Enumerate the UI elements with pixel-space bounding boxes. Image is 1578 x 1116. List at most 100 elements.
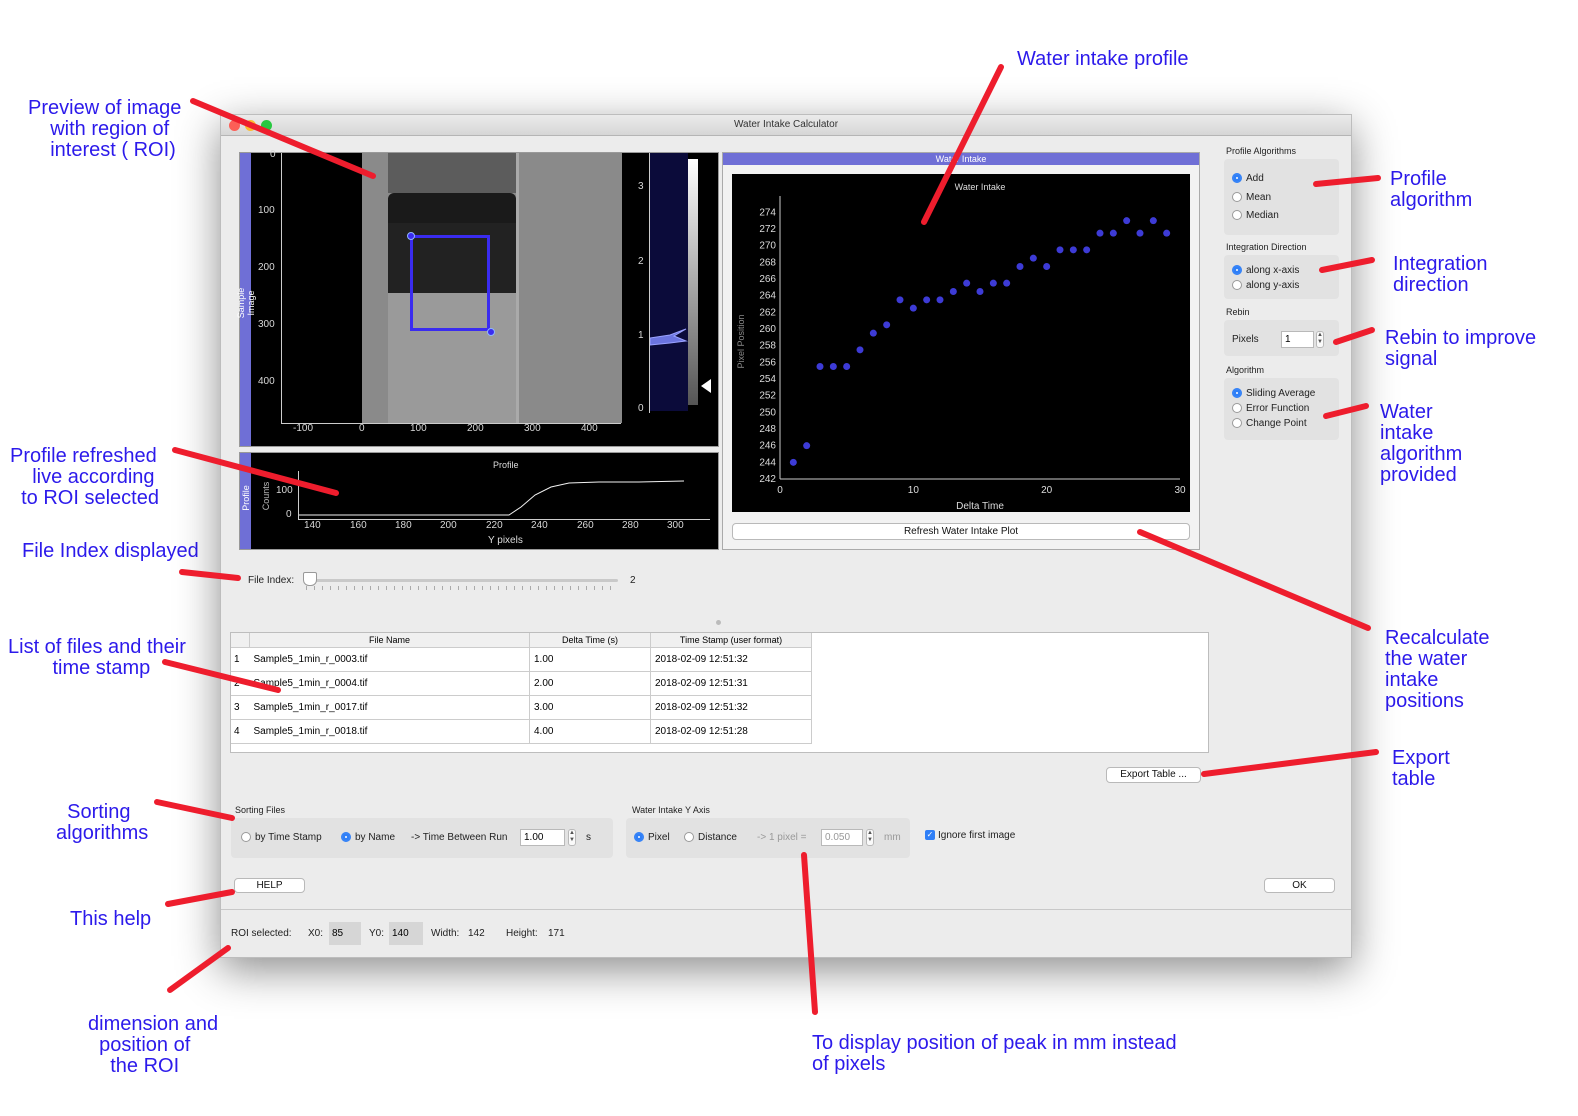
sample-image[interactable] [362,153,622,423]
file-index-label: File Index: [248,575,295,586]
option-label: Pixel [648,832,670,843]
radio-icon[interactable] [1232,192,1242,203]
table-header-file[interactable]: File Name [249,633,530,648]
radio-selected-icon[interactable] [1232,173,1242,184]
cell-time-stamp[interactable]: 2018-02-09 12:51:28 [650,719,812,744]
time-between-run-stepper[interactable]: ▲ ▼ [568,829,576,846]
roi-y0-value: 140 [389,922,423,945]
chart-point [1123,217,1131,225]
profile-plot-panel: Profile Profile Counts 100 0 140 160 180… [239,452,719,550]
ok-button[interactable]: OK [1264,878,1335,893]
radio-icon[interactable] [1232,403,1242,414]
histogram-tick: 3 [638,181,644,192]
radio-selected-icon[interactable] [341,832,351,843]
profile-algorithms-group: Add Mean Median [1224,159,1339,235]
profile-ylabel: Counts [261,481,271,511]
cell-time-stamp[interactable]: 2018-02-09 12:51:31 [650,671,812,696]
profile-algo-option-mean[interactable]: Mean [1232,192,1271,203]
radio-icon[interactable] [1232,418,1242,429]
chart-y-tick-label: 260 [759,324,776,335]
histogram-gradient[interactable] [688,159,698,405]
histogram-tick: 0 [638,403,644,414]
export-table-button[interactable]: Export Table ... [1106,767,1201,783]
close-window-icon[interactable] [229,120,240,131]
cell-delta-time[interactable]: 1.00 [529,647,651,672]
chart-y-tick-label: 244 [759,457,776,468]
cell-delta-time[interactable]: 4.00 [529,719,651,744]
radio-selected-icon[interactable] [1232,388,1242,399]
rebin-pixels-input[interactable]: 1 [1281,331,1314,348]
image-x-tick: 100 [410,423,427,434]
option-label: Change Point [1246,418,1307,429]
rebin-stepper[interactable]: ▲ ▼ [1316,331,1324,348]
chart-y-tick-label: 270 [759,241,776,252]
cell-time-stamp[interactable]: 2018-02-09 12:51:32 [650,647,812,672]
image-y-tick: 300 [258,319,275,330]
algorithm-option-sliding[interactable]: Sliding Average [1232,388,1315,399]
radio-icon[interactable] [1232,210,1242,221]
checkbox-checked-icon[interactable]: ✓ [925,830,935,841]
roi-handle-top-left[interactable] [407,232,415,240]
roi-handle-bottom-right[interactable] [487,328,495,336]
algorithm-title: Algorithm [1226,365,1265,375]
chart-point [869,329,877,337]
rebin-pixels-label: Pixels [1232,334,1259,345]
chart-y-tick-label: 250 [759,407,776,418]
profile-algo-option-add[interactable]: Add [1232,173,1264,184]
radio-icon[interactable] [684,832,694,843]
cell-file-name[interactable]: Sample5_1min_r_0017.tif [249,695,530,720]
sorting-files-title: Sorting Files [235,805,286,815]
chart-y-tick-label: 266 [759,274,776,285]
chart-point [789,458,797,466]
profile-x-tick: 280 [622,520,639,531]
integration-option-y[interactable]: along y-axis [1232,280,1299,291]
profile-x-tick: 220 [486,520,503,531]
table-corner [231,633,250,648]
table-row[interactable]: 1 Sample5_1min_r_0003.tif 1.00 2018-02-0… [231,647,812,672]
sort-by-time-option[interactable]: by Time Stamp [241,832,322,843]
cell-file-name[interactable]: Sample5_1min_r_0003.tif [249,647,530,672]
table-header-stamp[interactable]: Time Stamp (user format) [650,633,812,648]
roi-rectangle[interactable] [410,235,490,331]
profile-x-tick: 300 [667,520,684,531]
image-x-axis [281,423,621,424]
radio-selected-icon[interactable] [634,832,644,843]
profile-algo-option-median[interactable]: Median [1232,210,1279,221]
chart-point [843,363,851,370]
cell-file-name[interactable]: Sample5_1min_r_0018.tif [249,719,530,744]
cell-time-stamp[interactable]: 2018-02-09 12:51:32 [650,695,812,720]
time-between-run-input[interactable]: 1.00 [520,829,565,846]
zoom-window-icon[interactable] [261,120,272,131]
radio-icon[interactable] [241,832,251,843]
algorithm-option-error[interactable]: Error Function [1232,403,1309,414]
pixel-conversion-stepper[interactable]: ▲ ▼ [866,829,874,846]
file-index-slider[interactable] [306,579,618,582]
integration-option-x[interactable]: along x-axis [1232,265,1299,276]
cell-delta-time[interactable]: 2.00 [529,671,651,696]
water-intake-chart[interactable]: Water Intake 242 244 246 248 250 252 254 256 258 2… [732,174,1190,512]
minimize-window-icon[interactable] [245,120,256,131]
cell-delta-time[interactable]: 3.00 [529,695,651,720]
algorithm-option-change[interactable]: Change Point [1232,418,1307,429]
ignore-first-checkbox[interactable]: ✓ Ignore first image [925,830,1015,841]
splitter-handle[interactable] [716,620,721,625]
file-index-slider-handle[interactable] [303,572,317,586]
table-header-delta[interactable]: Delta Time (s) [529,633,651,648]
histogram-level-handle[interactable] [701,379,711,393]
refresh-water-intake-button[interactable]: Refresh Water Intake Plot [732,523,1190,540]
radio-icon[interactable] [1232,280,1242,291]
help-button[interactable]: HELP [234,878,305,893]
pixel-conversion-unit: mm [884,832,901,843]
radio-selected-icon[interactable] [1232,265,1242,276]
yaxis-distance-option[interactable]: Distance [684,832,737,843]
chart-y-tick-label: 254 [759,374,776,385]
histogram-plot[interactable] [649,153,688,411]
yaxis-pixel-option[interactable]: Pixel [634,832,670,843]
table-row[interactable]: 4 Sample5_1min_r_0018.tif 4.00 2018-02-0… [231,719,812,744]
annotation-profile-refreshed: Profile refreshed live according to ROI … [10,445,159,509]
sort-by-name-option[interactable]: by Name [341,832,395,843]
table-row[interactable]: 2 Sample5_1min_r_0004.tif 2.00 2018-02-0… [231,671,812,696]
cell-file-name[interactable]: Sample5_1min_r_0004.tif [249,671,530,696]
pixel-conversion-input[interactable]: 0.050 [821,829,863,846]
table-row[interactable]: 3 Sample5_1min_r_0017.tif 3.00 2018-02-0… [231,695,812,720]
